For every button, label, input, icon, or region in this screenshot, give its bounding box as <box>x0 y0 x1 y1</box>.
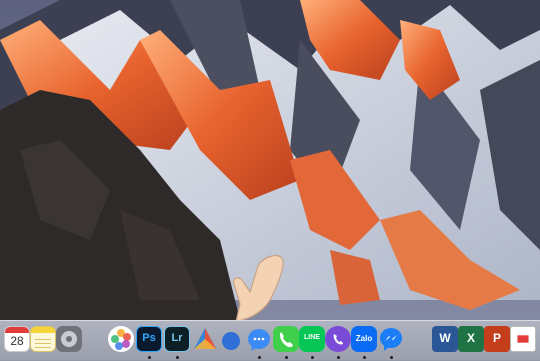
dock-item-app-blue[interactable] <box>218 326 244 352</box>
running-indicator <box>311 356 314 359</box>
dock-item-excel[interactable]: X <box>458 326 484 352</box>
running-indicator <box>176 356 179 359</box>
dock-item-viber[interactable] <box>325 326 351 352</box>
calendar-icon <box>5 327 29 333</box>
lightroom-icon: Lr <box>171 332 183 344</box>
running-indicator <box>390 356 393 359</box>
dock-item-messenger[interactable] <box>378 326 404 352</box>
dock-item-prism[interactable] <box>192 326 218 352</box>
excel-icon: X <box>466 331 475 345</box>
dock-item-document[interactable] <box>510 326 536 352</box>
dock-item-word[interactable]: W <box>432 326 458 352</box>
chat-bubble-icon <box>248 329 270 351</box>
running-indicator <box>363 356 366 359</box>
dock-item-calendar[interactable]: 28 <box>4 326 30 352</box>
line-icon: LINE <box>304 334 320 341</box>
photoshop-icon: Ps <box>142 332 156 344</box>
phone-icon <box>280 332 293 348</box>
dock-item-zalo[interactable]: Zalo <box>351 326 377 352</box>
word-icon: W <box>439 331 451 345</box>
dock: 28 Ps Lr LINE Zalo W X P <box>0 320 540 361</box>
dock-item-system-preferences[interactable] <box>56 326 82 352</box>
dock-item-notes[interactable] <box>30 326 56 352</box>
viber-icon <box>333 334 343 345</box>
dock-item-photos[interactable] <box>108 326 134 352</box>
notes-icon <box>35 339 51 340</box>
powerpoint-icon: P <box>492 331 501 345</box>
running-indicator <box>148 356 151 359</box>
photos-icon <box>111 329 131 350</box>
hand-pointer-icon <box>233 254 284 323</box>
running-indicator <box>337 356 340 359</box>
dock-item-facetime[interactable] <box>273 326 299 352</box>
gear-icon <box>61 331 77 347</box>
triangle-icon <box>194 328 216 349</box>
messenger-icon <box>380 328 402 351</box>
document-icon <box>517 335 529 343</box>
app-icon <box>222 332 240 350</box>
zalo-icon: Zalo <box>355 334 373 343</box>
dock-item-lightroom[interactable]: Lr <box>164 326 190 352</box>
dock-item-line[interactable]: LINE <box>299 326 325 352</box>
calendar-day: 28 <box>10 334 24 348</box>
dock-item-messages[interactable] <box>246 326 272 352</box>
running-indicator <box>258 356 261 359</box>
running-indicator <box>285 356 288 359</box>
dock-item-powerpoint[interactable]: P <box>484 326 510 352</box>
dock-item-photoshop[interactable]: Ps <box>136 326 162 352</box>
